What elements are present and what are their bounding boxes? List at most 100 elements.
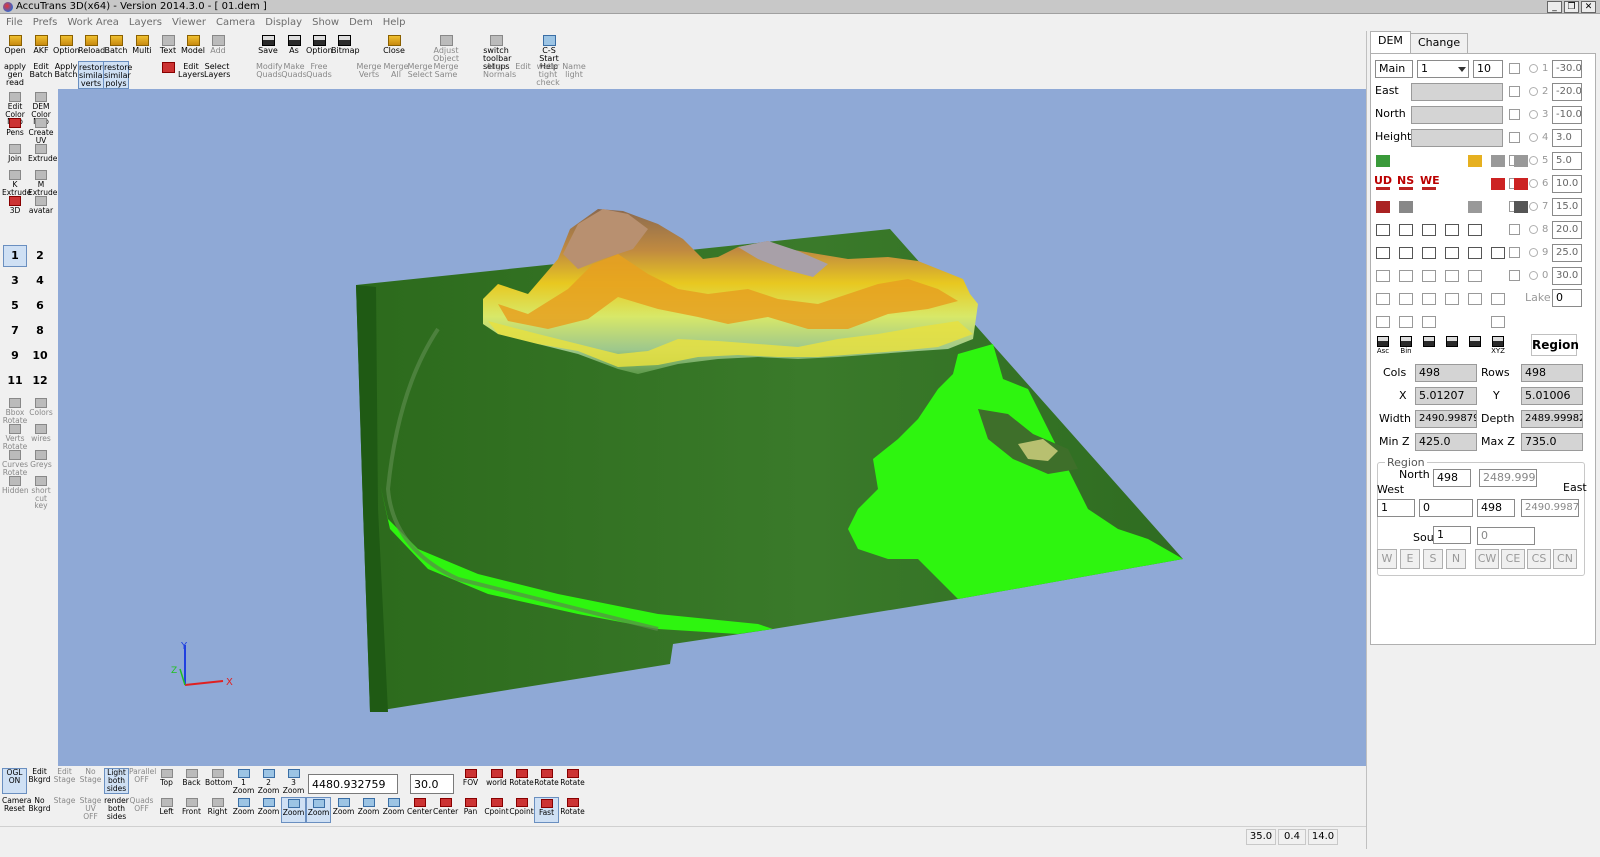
toolbar-align-normals-button[interactable]: Align Normals [483,61,516,89]
left-tool-colors[interactable]: Colors [28,397,54,421]
left-tool-create-uv[interactable]: Create UV [28,117,54,144]
view-z-rotate-button[interactable]: <Z>Rotate [560,768,585,794]
terrain-icon[interactable] [1374,198,1392,216]
view2-stage-button[interactable]: Stage [52,797,77,823]
poly-icon[interactable] [1466,221,1484,239]
level-8-radio[interactable] [1529,225,1538,234]
minimize-button[interactable]: _ [1547,1,1562,13]
3d-viewport[interactable]: X Y Z [58,89,1366,766]
toolbar-edit-button[interactable]: Edit [510,61,536,89]
view-x-rotate-button[interactable]: <X>Rotate [509,768,534,794]
region-east-index[interactable]: 498 [1477,499,1515,517]
view-bottom-button[interactable]: Bottom [205,768,233,794]
shape2-icon[interactable] [1397,267,1415,285]
region-s-button[interactable]: S [1423,549,1443,569]
terrain-gray-icon[interactable] [1397,198,1415,216]
hatch-poly-icon[interactable] [1443,244,1461,262]
save-bin-button[interactable]: Bin [1397,336,1415,358]
tool1-icon[interactable] [1374,313,1392,331]
toolbar-restore-similar-verts-button[interactable]: restore similar verts [78,61,107,89]
left-tool-join[interactable]: Join [2,143,28,167]
level-1-value[interactable]: -30.0 [1552,60,1582,78]
tool3-icon[interactable] [1420,313,1438,331]
view2-6-zoom-button[interactable]: 6Zoom [281,797,306,823]
region-w-button[interactable]: W [1377,549,1397,569]
toolbar-reload-button[interactable]: Reload [78,34,105,62]
shape4-icon[interactable] [1443,267,1461,285]
menu-display[interactable]: Display [260,15,307,31]
level-5-radio[interactable] [1529,156,1538,165]
view2-front-button[interactable]: Front [179,797,204,823]
view2-pan-button[interactable]: Pan [458,797,483,823]
layer-button-1[interactable]: 1 [3,245,27,267]
toolbar-make-quads-button[interactable]: Make Quads [281,61,307,89]
view2-zoom-button[interactable]: Zoom [381,797,406,823]
save-format-4-button[interactable] [1466,336,1484,358]
level-1-radio[interactable] [1529,64,1538,73]
rotate-left-icon[interactable] [1489,175,1507,193]
view2-in-zoom-button[interactable]: InZoom [331,797,356,823]
shape1-icon[interactable] [1374,267,1392,285]
circle-icon[interactable] [1443,221,1461,239]
region-north-value[interactable]: 2489.99982 [1479,469,1537,487]
level-6-value[interactable]: 10.0 [1552,175,1582,193]
toolbar-save-button[interactable]: Save [255,34,281,62]
hatch-square-icon[interactable] [1397,244,1415,262]
hatch-circle-icon[interactable] [1420,244,1438,262]
edit-m-button[interactable] [155,61,181,89]
view2-5-zoom-button[interactable]: 5Zoom [256,797,281,823]
level-7-radio[interactable] [1529,202,1538,211]
layer-select[interactable]: 1 [1417,60,1469,78]
menu-dem[interactable]: Dem [344,15,378,31]
level-6-radio[interactable] [1529,179,1538,188]
clip3-icon[interactable] [1420,290,1438,308]
toolbar-apply-batch-button[interactable]: Apply Batch [53,61,79,89]
toolbar-model-button[interactable]: Model [180,34,206,62]
save-xyz-button[interactable]: XYZ [1489,336,1507,358]
level-0-checkbox[interactable] [1509,270,1520,281]
toolbar-select-layers-button[interactable]: Select Layers [204,61,230,89]
restore-button[interactable]: ❐ [1564,1,1579,13]
level-4-value[interactable]: 3.0 [1552,129,1582,147]
view-y-rotate-button[interactable]: <Y>Rotate [534,768,559,794]
mountain-up-icon[interactable] [1489,152,1507,170]
left-tool-bbox-rotate[interactable]: Bbox Rotate [2,397,28,424]
view2-z-center-button[interactable]: -Z-Center [433,797,458,823]
layer-button-4[interactable]: 4 [28,270,52,292]
view-edit-bkgrd-button[interactable]: Edit Bkgrd [27,768,52,794]
view2-stage-uv-off-button[interactable]: Stage UV OFF [78,797,103,823]
toolbar-edit-layers-button[interactable]: Edit Layers [178,61,204,89]
level-0-value[interactable]: 30.0 [1552,267,1582,285]
left-tool-short-cut-key[interactable]: short cut key [28,475,54,509]
left-tool-curves-rotate[interactable]: Curves Rotate [2,449,28,476]
hatch-b-icon[interactable] [1466,244,1484,262]
view2-center-cpoint-button[interactable]: CenterCpoint [509,797,534,823]
save-format-3-button[interactable] [1443,336,1461,358]
toolbar-modify-quads-button[interactable]: Modify Quads [256,61,283,89]
region-n-button[interactable]: N [1446,549,1466,569]
toolbar-free-quads-button[interactable]: Free Quads [306,61,332,89]
left-tool-dem-color-map[interactable]: DEMColor Map [28,91,54,125]
level-3-checkbox[interactable] [1509,109,1520,120]
view-world-button[interactable]: world [484,768,509,794]
view2-cpoint-button[interactable]: Cpoint [484,797,509,823]
layer-button-12[interactable]: 12 [28,370,52,392]
clip2-icon[interactable] [1397,290,1415,308]
line-icon[interactable] [1397,221,1415,239]
view-top-button[interactable]: Top [154,768,179,794]
left-tool-hidden[interactable]: Hidden [2,475,29,499]
level-8-value[interactable]: 20.0 [1552,221,1582,239]
region-west-value[interactable]: 0 [1419,499,1473,517]
region-cn-button[interactable]: CN [1553,549,1577,569]
toolbar-option-button[interactable]: Option [53,34,80,62]
square-icon[interactable] [1420,221,1438,239]
menu-prefs[interactable]: Prefs [28,15,63,31]
left-tool-verts-rotate[interactable]: Verts Rotate [2,423,28,450]
toolbar-bitmap-button[interactable]: Bitmap [331,34,360,62]
menu-layers[interactable]: Layers [124,15,167,31]
region-east-value[interactable]: 2490.99879 [1521,499,1579,517]
north-field[interactable] [1411,106,1503,124]
menu-file[interactable]: File [0,15,28,31]
main-select[interactable]: Main [1375,60,1413,78]
clip1-icon[interactable] [1374,290,1392,308]
